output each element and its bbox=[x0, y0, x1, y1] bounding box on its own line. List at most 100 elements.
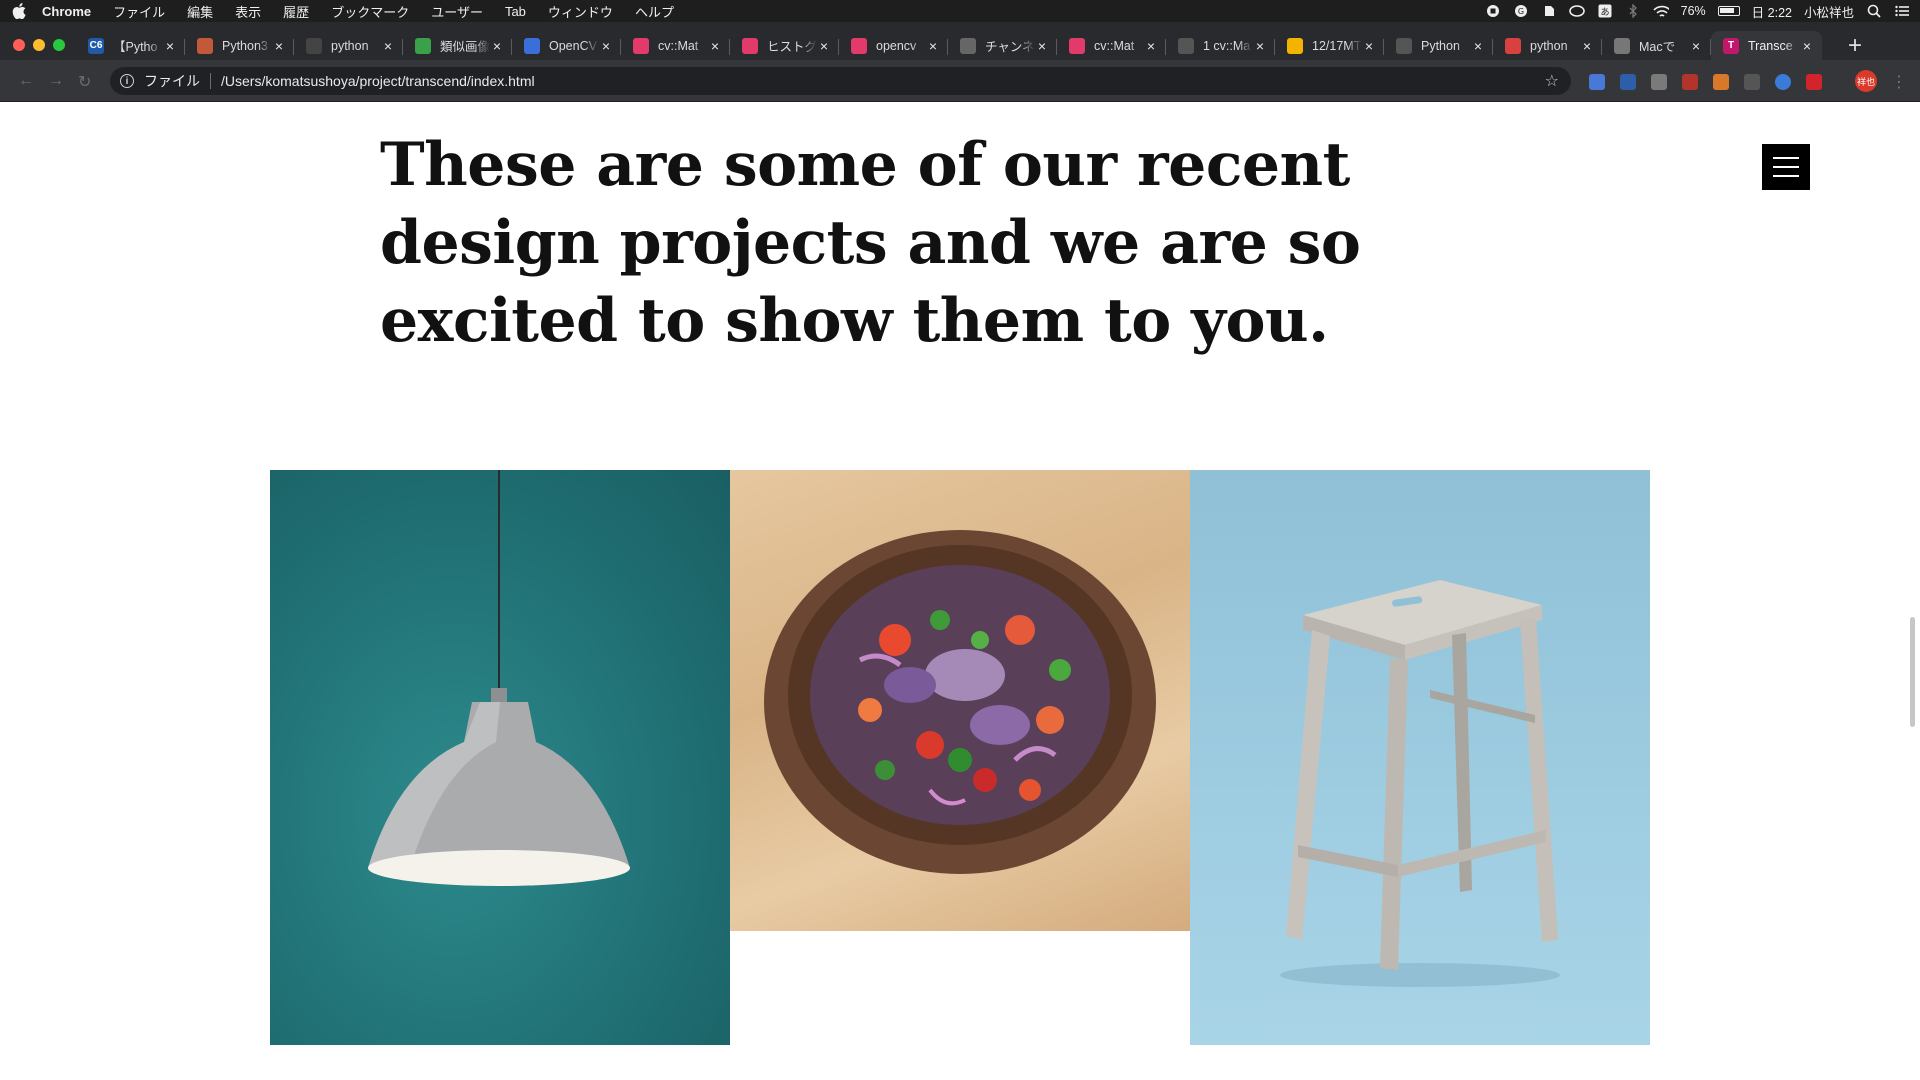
close-tab-icon[interactable]: × bbox=[1689, 38, 1703, 54]
tab-title: cv::Mat bbox=[658, 38, 699, 53]
translate-extension-icon[interactable] bbox=[1589, 74, 1605, 90]
apple-icon[interactable] bbox=[12, 3, 28, 19]
maximize-window-button[interactable] bbox=[53, 39, 65, 51]
menu-help[interactable]: ヘルプ bbox=[635, 2, 674, 21]
tab-title: opencv bbox=[876, 38, 917, 53]
address-url[interactable]: /Users/komatsushoya/project/transcend/in… bbox=[221, 73, 535, 89]
tab-favicon-icon bbox=[1287, 37, 1303, 54]
close-tab-icon[interactable]: × bbox=[1035, 38, 1049, 54]
minimize-window-button[interactable] bbox=[33, 39, 45, 51]
projects-headline: These are some of our recent design proj… bbox=[380, 130, 1361, 356]
menu-history[interactable]: 履歴 bbox=[283, 2, 309, 21]
close-tab-icon[interactable]: × bbox=[1580, 38, 1594, 54]
tab-favicon-icon: C6 bbox=[88, 37, 104, 54]
tab-12[interactable]: 12/17MT × bbox=[1275, 31, 1384, 60]
menu-view[interactable]: 表示 bbox=[235, 2, 261, 21]
close-tab-icon[interactable]: × bbox=[599, 38, 613, 54]
spotlight-search-icon[interactable] bbox=[1866, 4, 1882, 18]
close-tab-icon[interactable]: × bbox=[490, 38, 504, 54]
menu-tab[interactable]: Tab bbox=[505, 4, 526, 19]
grammarly-icon[interactable]: G bbox=[1513, 4, 1529, 18]
hamburger-menu-icon[interactable] bbox=[1762, 144, 1810, 190]
close-tab-icon[interactable]: × bbox=[1471, 38, 1485, 54]
tab-5[interactable]: OpenCV × bbox=[512, 31, 621, 60]
page-scrollbar-thumb[interactable] bbox=[1910, 617, 1915, 727]
record-icon[interactable] bbox=[1485, 4, 1501, 18]
tab-14[interactable]: python × bbox=[1493, 31, 1602, 60]
notification-center-icon[interactable] bbox=[1894, 4, 1910, 18]
close-window-button[interactable] bbox=[13, 39, 25, 51]
tab-8[interactable]: opencv × bbox=[839, 31, 948, 60]
tab-7[interactable]: ヒストグ × bbox=[730, 31, 839, 60]
tab-title: Macで bbox=[1639, 40, 1676, 54]
close-tab-icon[interactable]: × bbox=[1253, 38, 1267, 54]
youtube-extension-icon[interactable] bbox=[1806, 74, 1822, 90]
bookmark-star-icon[interactable]: ☆ bbox=[1545, 71, 1559, 91]
reload-icon[interactable]: ↻ bbox=[78, 72, 91, 92]
tab-6[interactable]: cv::Mat × bbox=[621, 31, 730, 60]
tab-favicon-icon bbox=[306, 37, 322, 54]
wooden-stool-photo[interactable] bbox=[1190, 470, 1650, 1045]
tab-title: ヒストグ bbox=[767, 40, 817, 54]
tab-favicon-icon bbox=[524, 37, 540, 54]
close-tab-icon[interactable]: × bbox=[708, 38, 722, 54]
menu-bookmarks[interactable]: ブックマーク bbox=[331, 2, 409, 21]
battery-icon[interactable] bbox=[1717, 6, 1740, 16]
evernote-icon[interactable] bbox=[1541, 4, 1557, 18]
tab-4[interactable]: 類似画像 × bbox=[403, 31, 512, 60]
tab-9[interactable]: チャンネ × bbox=[948, 31, 1057, 60]
salad-bowl-photo[interactable] bbox=[730, 470, 1190, 931]
menu-users[interactable]: ユーザー bbox=[431, 2, 483, 21]
wifi-icon[interactable] bbox=[1653, 4, 1669, 18]
bluetooth-icon[interactable] bbox=[1625, 4, 1641, 18]
menu-edit[interactable]: 編集 bbox=[187, 2, 213, 21]
browser-toolbar: ← → ↻ i ファイル /Users/komatsushoya/project… bbox=[0, 60, 1920, 102]
gif-extension-icon[interactable] bbox=[1682, 74, 1698, 90]
forward-arrow-icon[interactable]: → bbox=[48, 72, 64, 90]
close-tab-icon[interactable]: × bbox=[163, 38, 177, 54]
metamask-extension-icon[interactable] bbox=[1713, 74, 1729, 90]
menu-window[interactable]: ウィンドウ bbox=[548, 2, 613, 21]
tab-title: Transce bbox=[1748, 38, 1793, 53]
back-arrow-icon[interactable]: ← bbox=[18, 72, 34, 90]
tab-2[interactable]: Python3 × bbox=[185, 31, 294, 60]
close-tab-icon[interactable]: × bbox=[817, 38, 831, 54]
tab-11[interactable]: 1 cv::Ma × bbox=[1166, 31, 1275, 60]
tab-title: OpenCV bbox=[549, 38, 597, 53]
pendant-lamp-photo[interactable] bbox=[270, 470, 730, 1045]
close-tab-icon[interactable]: × bbox=[1362, 38, 1376, 54]
tab-1[interactable]: C6 【Pytho × bbox=[76, 31, 185, 60]
close-tab-icon[interactable]: × bbox=[926, 38, 940, 54]
settings-extension-icon[interactable] bbox=[1775, 74, 1791, 90]
tab-title: cv::Mat bbox=[1094, 38, 1135, 53]
new-tab-button[interactable]: + bbox=[1842, 34, 1868, 59]
tab-15[interactable]: Macで × bbox=[1602, 31, 1711, 60]
tab-10[interactable]: cv::Mat × bbox=[1057, 31, 1166, 60]
profile-avatar[interactable]: 祥也 bbox=[1855, 70, 1877, 92]
tab-active[interactable]: T Transce × bbox=[1711, 31, 1822, 60]
selenium-extension-icon[interactable] bbox=[1744, 74, 1760, 90]
close-tab-icon[interactable]: × bbox=[1800, 38, 1814, 54]
tab-favicon-icon bbox=[1396, 37, 1412, 54]
tab-favicon-icon: T bbox=[1723, 37, 1739, 54]
site-info-icon[interactable]: i bbox=[120, 74, 134, 88]
dictionary-extension-icon[interactable] bbox=[1620, 74, 1636, 90]
menu-user-name[interactable]: 小松祥也 bbox=[1804, 2, 1854, 21]
tab-title: 類似画像 bbox=[440, 40, 490, 54]
menu-clock[interactable]: 日 2:22 bbox=[1752, 2, 1792, 21]
input-method-icon[interactable]: あ bbox=[1597, 4, 1613, 18]
camera-extension-icon[interactable] bbox=[1651, 74, 1667, 90]
menu-file[interactable]: ファイル bbox=[113, 2, 165, 21]
tab-favicon-icon bbox=[415, 37, 431, 54]
tab-13[interactable]: Python × bbox=[1384, 31, 1493, 60]
tab-3[interactable]: python × bbox=[294, 31, 403, 60]
address-bar[interactable]: i ファイル /Users/komatsushoya/project/trans… bbox=[110, 67, 1571, 95]
chrome-menu-icon[interactable]: ⋮ bbox=[1891, 72, 1907, 92]
creative-cloud-icon[interactable] bbox=[1568, 4, 1585, 18]
tab-title: 12/17MT bbox=[1312, 38, 1362, 53]
close-tab-icon[interactable]: × bbox=[381, 38, 395, 54]
close-tab-icon[interactable]: × bbox=[1144, 38, 1158, 54]
close-tab-icon[interactable]: × bbox=[272, 38, 286, 54]
menu-chrome[interactable]: Chrome bbox=[42, 4, 91, 19]
tab-title: python bbox=[331, 38, 369, 53]
